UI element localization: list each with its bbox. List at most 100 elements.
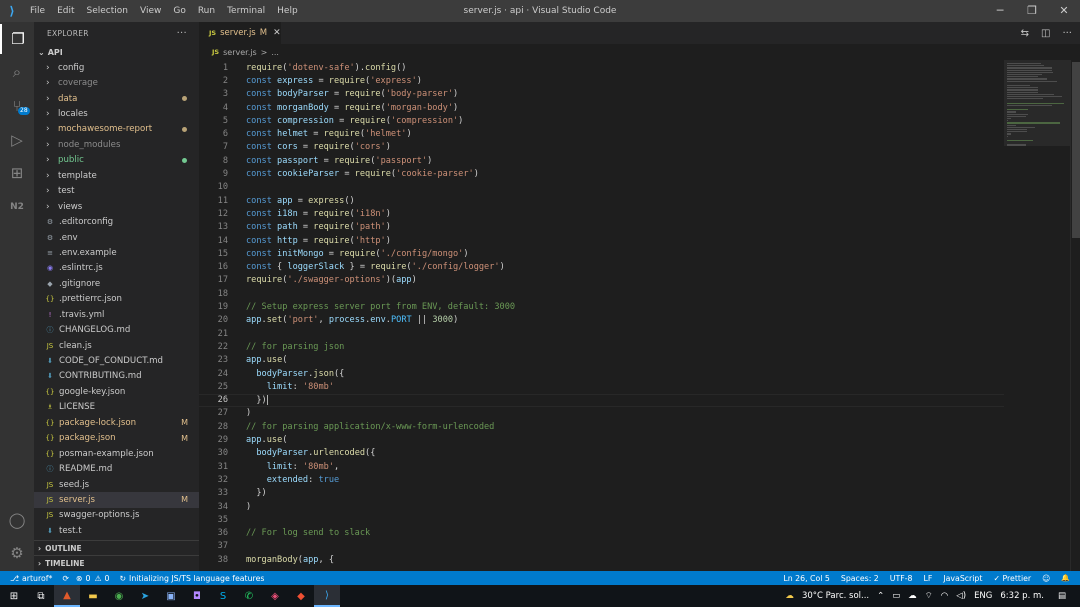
tree-file[interactable]: ⬇ CONTRIBUTING.md [34,369,199,384]
source-control-icon[interactable]: ⑂ 28 [0,91,34,121]
more-actions-icon[interactable]: ··· [177,28,187,39]
tree-folder[interactable]: › locales [34,106,199,121]
menu-item-run[interactable]: Run [192,0,221,22]
tree-file[interactable]: ⬇ test.t [34,523,199,538]
manage-gear-icon[interactable]: ⚙ [0,538,34,568]
account-icon[interactable]: ◯ [0,505,34,535]
vscode-icon[interactable]: ⟩ [314,585,340,607]
file-explorer-icon[interactable]: ▬ [80,585,106,607]
tray-expand-icon[interactable]: ⌃ [877,591,884,601]
tree-file[interactable]: ! .travis.yml [34,307,199,322]
tree-folder[interactable]: › template [34,168,199,183]
tree-file[interactable]: ♗ LICENSE [34,400,199,415]
whatsapp-icon[interactable]: ✆ [236,585,262,607]
tree-file[interactable]: ⓘ README.md [34,461,199,476]
app-icon-2[interactable]: ▣ [158,585,184,607]
workspace-root-folder[interactable]: ⌄ API [34,44,199,60]
errors-status[interactable]: ⊗ 0 [76,574,91,583]
clock[interactable]: 6:32 p. m. [1000,591,1044,601]
tree-file[interactable]: {} package-lock.json M [34,415,199,430]
status-item[interactable]: ✓ Prettier [993,574,1031,583]
restore-icon[interactable]: ❐ [1016,0,1048,22]
task-view-icon[interactable]: ⧉ [28,585,54,607]
power-icon[interactable]: ▭ [892,591,900,601]
outline-section[interactable]: › OUTLINE [34,540,199,555]
close-tab-icon[interactable]: ✕ [273,28,281,38]
git-icon[interactable]: ◆ [288,585,314,607]
tree-file[interactable]: ≡ .env.example [34,245,199,260]
feedback-icon[interactable]: ☺ [1042,574,1050,583]
timeline-section[interactable]: › TIMELINE [34,555,199,570]
language-indicator[interactable]: ENG [974,591,992,601]
branch-status[interactable]: ⎇ arturof* [10,574,52,583]
tree-folder[interactable]: › config [34,60,199,75]
warnings-status[interactable]: ⚠ 0 [95,574,110,583]
network-icon[interactable]: ⌔ [925,591,933,601]
menu-item-terminal[interactable]: Terminal [221,0,271,22]
tree-folder[interactable]: › coverage [34,75,199,90]
tree-folder[interactable]: › views [34,199,199,214]
app-icon-3[interactable]: ◘ [184,585,210,607]
windows-start-icon[interactable]: ⊞ [0,585,28,607]
tree-file[interactable]: ⚙ .editorconfig [34,214,199,229]
tree-folder[interactable]: › mochawesome-report [34,122,199,137]
tree-file[interactable]: {} package.json M [34,431,199,446]
tree-folder[interactable]: › public [34,153,199,168]
menu-item-edit[interactable]: Edit [51,0,80,22]
status-item[interactable]: JavaScript [943,574,982,583]
sync-status[interactable]: ⟳ [62,574,72,583]
tree-file[interactable]: ⓘ CHANGELOG.md [34,322,199,337]
vscode-logo-icon[interactable]: ⟩ [0,0,24,22]
telegram-icon[interactable]: ➤ [132,585,158,607]
status-item[interactable]: Spaces: 2 [841,574,879,583]
breadcrumb-file[interactable]: server.js [223,48,257,57]
minimap[interactable] [1004,60,1070,571]
tree-file[interactable]: JS seed.js [34,477,199,492]
tree-file[interactable]: ◆ .gitignore [34,276,199,291]
menu-item-go[interactable]: Go [167,0,191,22]
search-icon[interactable]: ⌕ [0,57,34,87]
tree-file[interactable]: JS clean.js [34,338,199,353]
breadcrumb-symbols[interactable]: ... [271,48,279,57]
scrollbar-thumb[interactable] [1072,62,1080,238]
menu-item-file[interactable]: File [24,0,51,22]
status-item[interactable]: UTF-8 [890,574,913,583]
more-actions-icon[interactable]: ··· [1062,28,1072,39]
menu-item-help[interactable]: Help [271,0,304,22]
compare-icon[interactable]: ⇆ [1021,28,1029,39]
tree-file[interactable]: ⬇ CODE_OF_CONDUCT.md [34,353,199,368]
weather-text[interactable]: 30°C Parc. sol... [802,591,869,601]
extensions-icon[interactable]: ⊞ [0,158,34,188]
tab-server-js[interactable]: JS server.js M ✕ [199,22,281,44]
files-icon[interactable]: ❐ [0,24,34,54]
loading-status[interactable]: ↻ Initializing JS/TS language features [119,574,264,583]
menu-item-view[interactable]: View [134,0,167,22]
tree-file[interactable]: {} google-key.json [34,384,199,399]
tree-folder[interactable]: › node_modules [34,137,199,152]
minimize-icon[interactable]: ─ [984,0,1016,22]
app-icon-4[interactable]: ◈ [262,585,288,607]
close-icon[interactable]: ✕ [1048,0,1080,22]
tree-file[interactable]: {} .prettierrc.json [34,292,199,307]
run-debug-icon[interactable]: ▷ [0,125,34,155]
skype-icon[interactable]: S [210,585,236,607]
tree-folder[interactable]: › data [34,91,199,106]
notifications-bell-icon[interactable]: 🔔 [1061,574,1070,582]
split-editor-icon[interactable]: ◫ [1041,28,1050,39]
status-item[interactable]: Ln 26, Col 5 [783,574,829,583]
tree-file[interactable]: JS server.js M [34,492,199,508]
tree-file[interactable]: ⚙ .env [34,230,199,245]
wifi-icon[interactable]: ◠ [941,591,948,601]
api-icon[interactable]: N2 [0,192,34,222]
chrome-icon[interactable]: ◉ [106,585,132,607]
code-editor[interactable]: 1 require('dotenv-safe').config() 2 const e… [199,60,1004,571]
tree-file[interactable]: {} posman-example.json [34,446,199,461]
tree-file[interactable]: ◉ .eslintrc.js [34,261,199,276]
volume-icon[interactable]: ◁) [956,591,966,601]
tree-file[interactable]: JS swagger-options.js [34,508,199,523]
app-icon[interactable]: ▲ [54,585,80,607]
editor-scrollbar[interactable] [1070,60,1080,571]
notifications-icon[interactable]: ▤ [1058,591,1066,601]
tree-folder[interactable]: › test [34,184,199,199]
status-item[interactable]: LF [924,574,933,583]
